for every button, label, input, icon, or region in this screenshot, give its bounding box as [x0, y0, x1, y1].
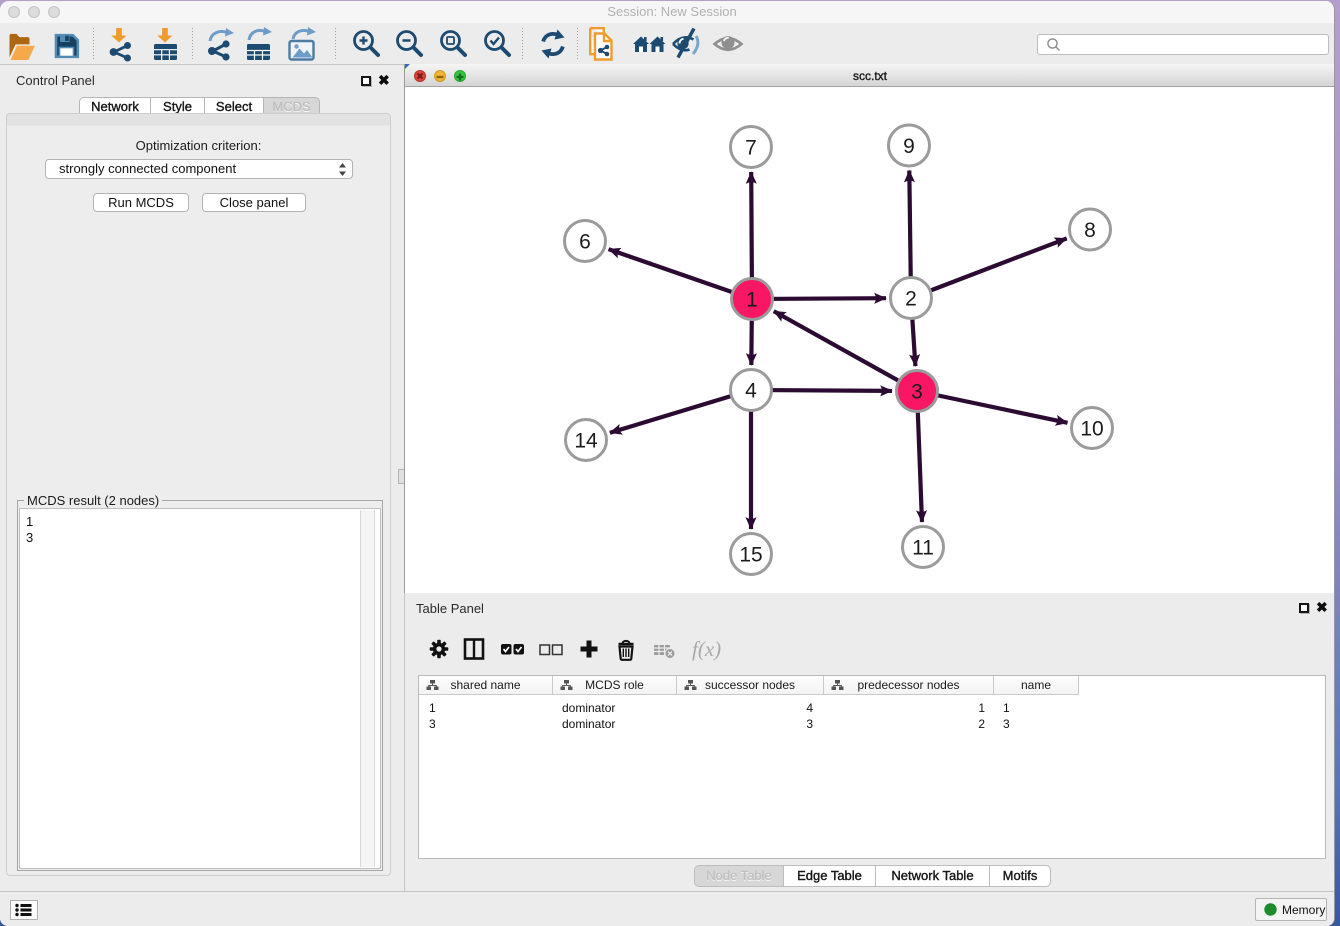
svg-text:6: 6	[579, 231, 591, 254]
svg-text:14: 14	[574, 430, 598, 453]
svg-text:3: 3	[911, 381, 923, 404]
svg-text:2: 2	[905, 288, 917, 311]
svg-text:f(x): f(x)	[692, 637, 721, 661]
svg-text:1: 1	[746, 289, 758, 312]
svg-text:11: 11	[912, 537, 934, 560]
svg-text:4: 4	[745, 380, 757, 403]
svg-text:10: 10	[1080, 418, 1103, 441]
svg-text:15: 15	[739, 544, 762, 567]
svg-text:8: 8	[1084, 219, 1096, 242]
svg-text:9: 9	[903, 135, 915, 158]
svg-text:7: 7	[745, 137, 757, 160]
